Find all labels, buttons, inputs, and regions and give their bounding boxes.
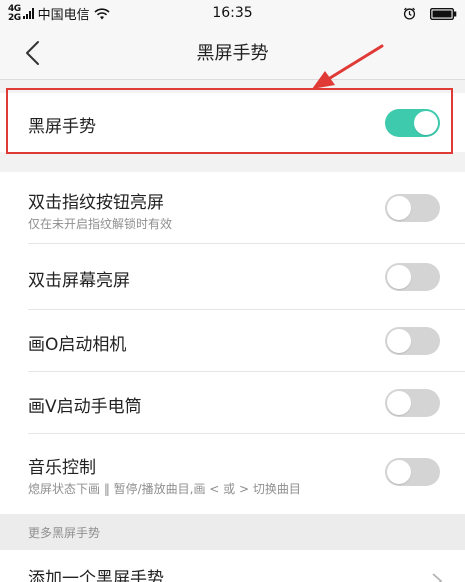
toggle-knob — [387, 196, 411, 220]
setting-row-draw-v-flashlight[interactable]: 画V启动手电筒 — [0, 372, 465, 434]
setting-toggle[interactable] — [385, 327, 440, 355]
setting-toggle[interactable] — [385, 389, 440, 417]
status-right — [403, 0, 457, 27]
setting-description: 仅在未开启指纹解锁时有效 — [28, 217, 173, 231]
gesture-master-row[interactable]: 黑屏手势 — [0, 93, 465, 152]
navigation-bar: 黑屏手势 — [0, 27, 465, 80]
chevron-right-icon — [432, 573, 443, 582]
add-gesture-row[interactable]: 添加一个黑屏手势 — [0, 550, 465, 582]
gesture-master-label: 黑屏手势 — [28, 117, 96, 137]
page-title: 黑屏手势 — [196, 43, 269, 64]
phone-screen: 4G 2G 中国电信 16:35 黑屏手势 黑屏手势 双击指纹按钮亮屏 仅在未开… — [0, 0, 465, 582]
setting-row-double-tap-fingerprint[interactable]: 双击指纹按钮亮屏 仅在未开启指纹解锁时有效 — [0, 172, 465, 244]
setting-label: 双击指纹按钮亮屏 — [28, 193, 164, 213]
toggle-knob — [387, 265, 411, 289]
battery-icon — [430, 7, 457, 20]
toggle-knob — [414, 111, 438, 135]
setting-label: 双击屏幕亮屏 — [28, 271, 130, 291]
alarm-icon — [403, 7, 416, 20]
toggle-knob — [387, 329, 411, 353]
setting-description: 熄屏状态下画 ‖ 暂停/播放曲目,画 < 或 > 切换曲目 — [28, 482, 301, 496]
setting-row-double-tap-screen[interactable]: 双击屏幕亮屏 — [0, 244, 465, 310]
setting-row-draw-o-camera[interactable]: 画O启动相机 — [0, 310, 465, 372]
setting-toggle[interactable] — [385, 263, 440, 291]
clock: 16:35 — [212, 5, 253, 21]
status-bar: 4G 2G 中国电信 16:35 — [0, 0, 465, 27]
toggle-knob — [387, 391, 411, 415]
setting-row-music-control[interactable]: 音乐控制 熄屏状态下画 ‖ 暂停/播放曲目,画 < 或 > 切换曲目 — [0, 434, 465, 514]
setting-toggle[interactable] — [385, 194, 440, 222]
section-header-label: 更多黑屏手势 — [28, 526, 101, 540]
gesture-master-toggle[interactable] — [385, 109, 440, 137]
setting-label: 音乐控制 — [28, 458, 96, 478]
setting-label: 画V启动手电筒 — [28, 397, 142, 417]
setting-label: 画O启动相机 — [28, 335, 127, 355]
toggle-knob — [387, 460, 411, 484]
more-gestures-section-header: 更多黑屏手势 — [0, 514, 465, 550]
chevron-left-icon[interactable] — [20, 39, 48, 67]
setting-toggle[interactable] — [385, 458, 440, 486]
add-gesture-label: 添加一个黑屏手势 — [28, 569, 164, 582]
